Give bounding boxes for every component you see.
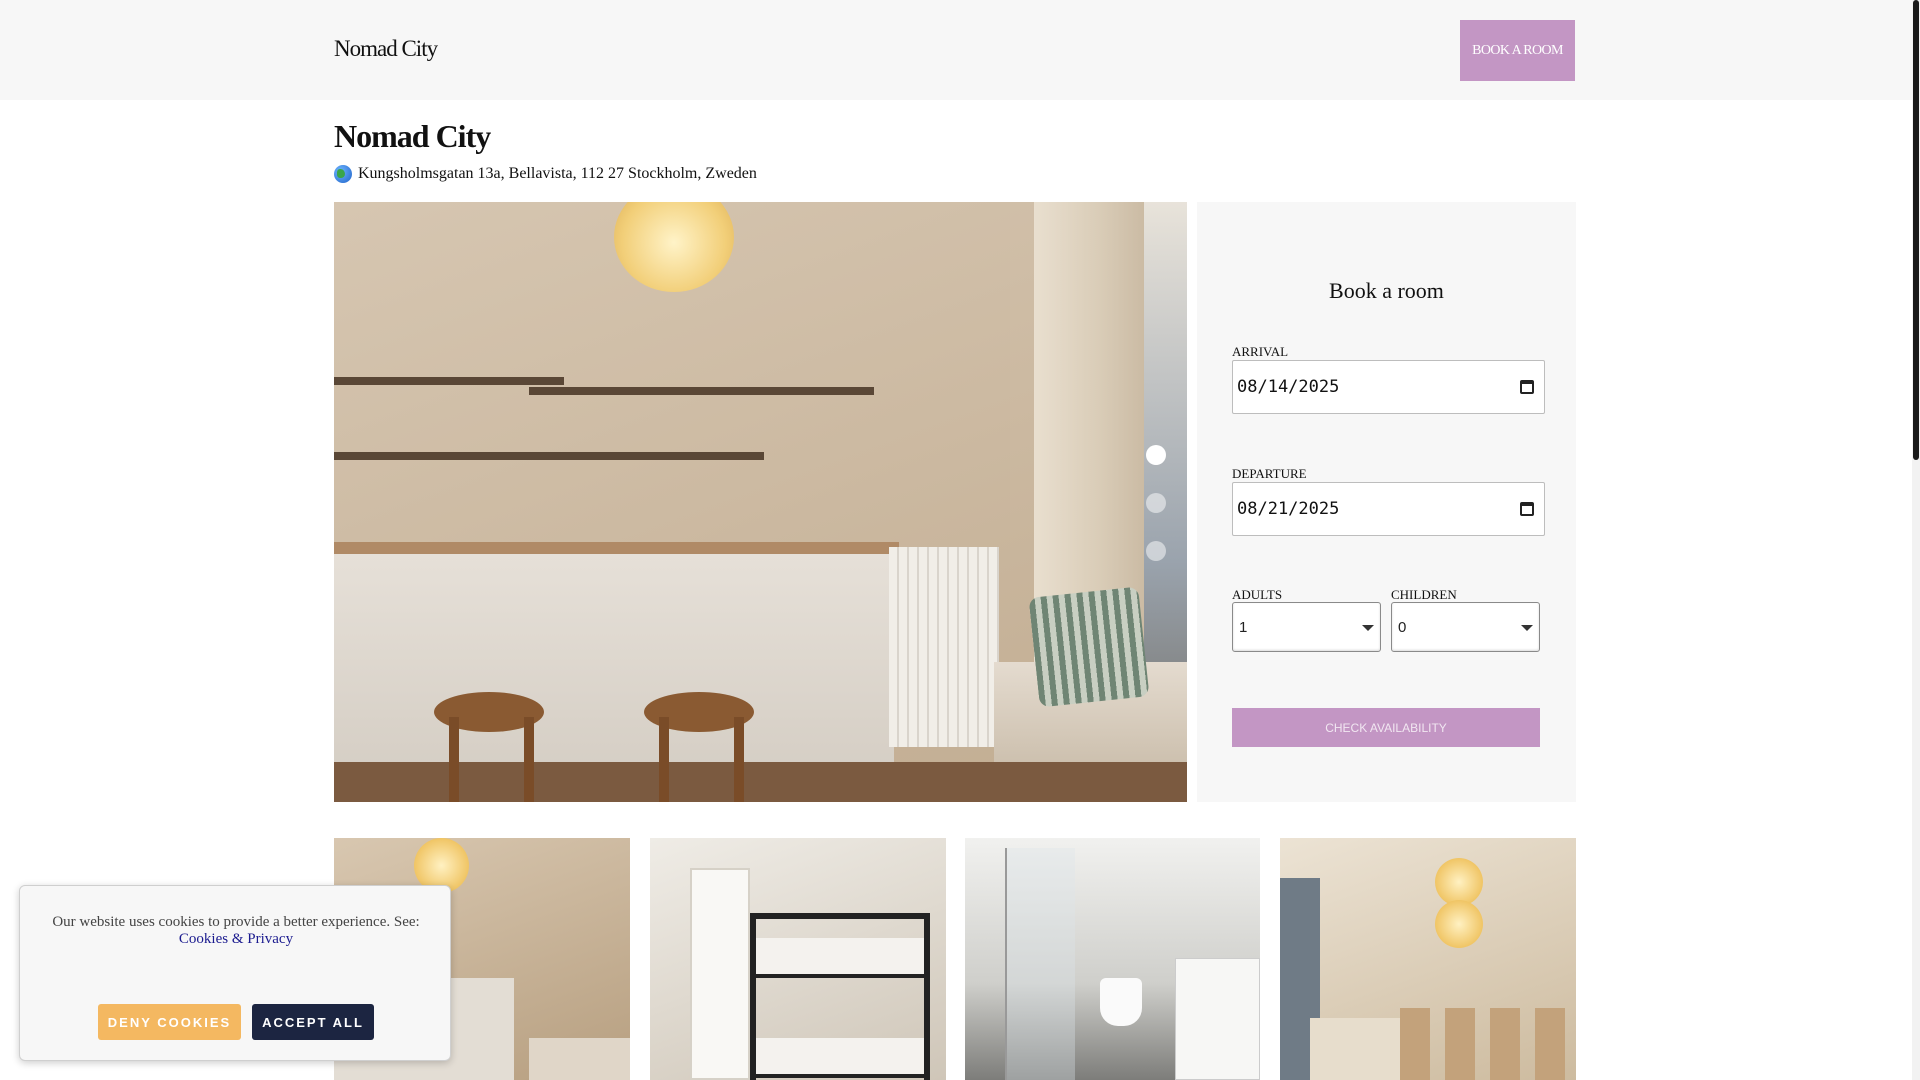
slide-dot-2[interactable] xyxy=(1146,493,1166,513)
cookies-privacy-link[interactable]: Cookies & Privacy xyxy=(179,931,293,947)
brand-logo[interactable]: Nomad City xyxy=(334,36,438,62)
calendar-icon[interactable] xyxy=(1520,502,1534,516)
address-text: Kungsholmsgatan 13a, Bellavista, 112 27 … xyxy=(358,165,757,182)
globe-icon xyxy=(334,165,352,183)
thumbnail-bathroom[interactable] xyxy=(965,838,1260,1080)
chevron-down-icon xyxy=(1521,625,1533,631)
slide-dot-3[interactable] xyxy=(1146,541,1166,561)
scrollbar-thumb[interactable] xyxy=(1913,0,1919,460)
hero-floor xyxy=(334,762,1187,802)
booking-title: Book a room xyxy=(1329,278,1444,303)
hero-counter-top xyxy=(334,542,899,554)
page-title: Nomad City xyxy=(334,118,491,154)
hero-stool-leg xyxy=(449,717,459,802)
children-label: CHILDREN xyxy=(1391,587,1457,602)
hero-shelf xyxy=(529,387,874,395)
book-a-room-button[interactable]: BOOK A ROOM xyxy=(1460,20,1575,81)
departure-date-value: 08/21/2025 xyxy=(1237,499,1340,519)
thumb-lamp xyxy=(1435,900,1483,948)
thumb-door xyxy=(690,868,750,1080)
departure-date-input[interactable]: 08/21/2025 xyxy=(1232,482,1545,536)
thumb-shower xyxy=(1005,848,1075,1080)
cookie-banner: Our website uses cookies to provide a be… xyxy=(19,885,451,1061)
thumb-toilet xyxy=(1100,978,1142,1026)
departure-label: DEPARTURE xyxy=(1232,466,1307,481)
accept-all-button[interactable]: ACCEPT ALL xyxy=(252,1004,374,1040)
thumb-vanity xyxy=(1175,958,1260,1080)
hero-shelf xyxy=(334,377,564,385)
hero-stool-leg xyxy=(659,717,669,802)
thumb-top-bunk xyxy=(756,938,924,978)
thumb-tables xyxy=(1400,1008,1570,1080)
calendar-icon[interactable] xyxy=(1520,380,1534,394)
adults-label: ADULTS xyxy=(1232,587,1283,602)
thumb-bench xyxy=(529,1038,630,1080)
thumbnail-bunk-room[interactable] xyxy=(650,838,946,1080)
site-header: Nomad City BOOK A ROOM xyxy=(0,0,1912,100)
arrival-label: ARRIVAL xyxy=(1232,344,1289,359)
thumb-bench xyxy=(1310,1018,1410,1080)
booking-panel: Book a room ARRIVAL 08/14/2025 DEPARTURE… xyxy=(1197,202,1576,802)
slide-dot-1[interactable] xyxy=(1146,445,1166,465)
deny-cookies-button[interactable]: DENY COOKIES xyxy=(98,1004,241,1040)
hero-shelf xyxy=(334,452,764,460)
hero-cushion xyxy=(1028,586,1150,708)
children-value: 0 xyxy=(1398,618,1407,636)
hotel-address: Kungsholmsgatan 13a, Bellavista, 112 27 … xyxy=(334,165,757,183)
hero-image xyxy=(334,202,1187,802)
scrollbar[interactable] xyxy=(1912,0,1920,1080)
hero-stool-leg xyxy=(734,717,744,802)
arrival-date-input[interactable]: 08/14/2025 xyxy=(1232,360,1545,414)
thumbnail-dining[interactable] xyxy=(1280,838,1576,1080)
hero-stool-leg xyxy=(524,717,534,802)
children-select[interactable]: 0 xyxy=(1391,602,1540,652)
cookie-message: Our website uses cookies to provide a be… xyxy=(52,914,420,930)
adults-select[interactable]: 1 xyxy=(1232,602,1381,652)
thumb-bottom-bunk xyxy=(756,1038,924,1078)
thumb-lamp xyxy=(1435,858,1483,906)
arrival-date-value: 08/14/2025 xyxy=(1237,377,1340,397)
chevron-down-icon xyxy=(1362,625,1374,631)
cookie-text: Our website uses cookies to provide a be… xyxy=(40,914,432,948)
hero-radiator xyxy=(889,547,999,747)
adults-value: 1 xyxy=(1239,618,1248,636)
check-availability-button[interactable]: CHECK AVAILABILITY xyxy=(1232,708,1540,747)
